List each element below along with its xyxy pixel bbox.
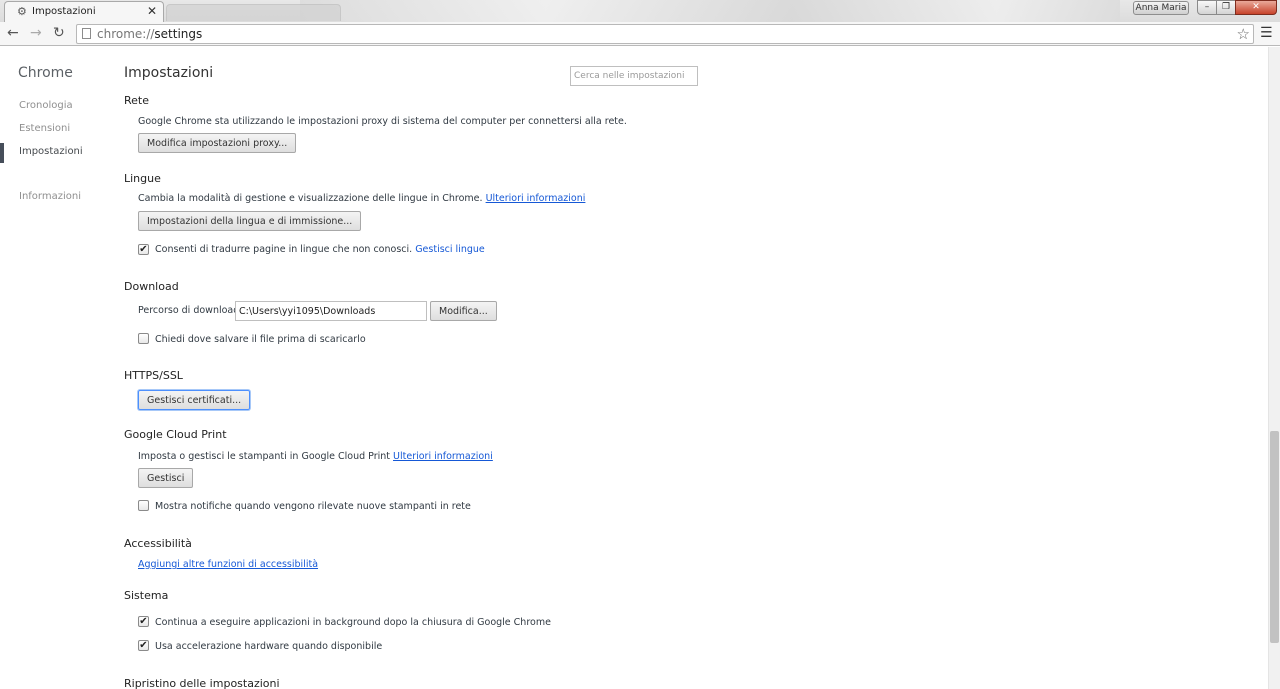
address-bar[interactable]: chrome://settings ☆: [76, 24, 1254, 44]
accessibility-features-link[interactable]: Aggiungi altre funzioni di accessibilità: [138, 559, 318, 570]
manage-cloud-print-button[interactable]: Gestisci: [138, 468, 194, 488]
tab-title: Impostazioni: [32, 6, 96, 17]
bookmark-star-icon[interactable]: ☆: [1237, 25, 1250, 43]
proxy-settings-button[interactable]: Modifica impostazioni proxy...: [138, 133, 297, 153]
page-scrollbar[interactable]: [1268, 47, 1280, 689]
section-downloads-title: Download: [124, 280, 179, 293]
reload-icon[interactable]: ↻: [53, 25, 65, 41]
cloud-print-description-line: Imposta o gestisci le stampanti in Googl…: [138, 451, 493, 462]
selected-item-marker: [0, 143, 4, 163]
minimize-button[interactable]: –: [1197, 0, 1217, 15]
chrome-menu-icon[interactable]: ☰: [1260, 25, 1273, 41]
cloud-print-description: Imposta o gestisci le stampanti in Googl…: [138, 451, 390, 462]
printer-notifications-checkbox[interactable]: [138, 500, 149, 511]
translate-label-line: Consenti di tradurre pagine in lingue ch…: [155, 244, 485, 255]
section-cloud-print-title: Google Cloud Print: [124, 428, 227, 441]
sidebar-item-settings[interactable]: Impostazioni: [19, 146, 83, 157]
manage-languages-link[interactable]: Gestisci lingue: [415, 244, 485, 255]
settings-page: Chrome Cronologia Estensioni Impostazion…: [0, 47, 1280, 689]
url-text[interactable]: chrome://settings: [97, 27, 202, 41]
new-tab-button[interactable]: [166, 4, 341, 21]
hardware-acceleration-checkbox[interactable]: ✔: [138, 640, 149, 651]
url-path: settings: [154, 27, 203, 41]
sidebar-item-extensions[interactable]: Estensioni: [19, 123, 70, 134]
page-title: Impostazioni: [124, 65, 214, 81]
sidebar-title: Chrome: [18, 65, 73, 81]
section-languages-title: Lingue: [124, 172, 161, 185]
title-bar: ⚙ Impostazioni ✕ Anna Maria – ❐ ✕: [0, 0, 1280, 22]
languages-description: Cambia la modalità di gestione e visuali…: [138, 193, 483, 204]
section-reset-title: Ripristino delle impostazioni: [124, 677, 280, 689]
search-input[interactable]: [570, 66, 698, 86]
ask-where-checkbox[interactable]: [138, 333, 149, 344]
printer-notifications-label: Mostra notifiche quando vengono rilevate…: [155, 501, 471, 512]
gear-icon: ⚙: [17, 5, 27, 18]
ask-where-label: Chiedi dove salvare il file prima di sca…: [155, 334, 366, 345]
back-arrow-icon[interactable]: ←: [7, 25, 19, 41]
hardware-acceleration-label: Usa accelerazione hardware quando dispon…: [155, 641, 383, 652]
profile-button[interactable]: Anna Maria: [1133, 1, 1189, 15]
background-apps-label: Continua a eseguire applicazioni in back…: [155, 617, 551, 628]
browser-toolbar: ← → ↻ chrome://settings ☆ ☰: [0, 22, 1280, 46]
languages-description-line: Cambia la modalità di gestione e visuali…: [138, 193, 585, 204]
url-scheme: chrome://: [97, 27, 155, 41]
close-window-button[interactable]: ✕: [1235, 0, 1277, 15]
network-description: Google Chrome sta utilizzando le imposta…: [138, 116, 627, 127]
download-path-label: Percorso di download:: [138, 305, 243, 316]
change-download-path-button[interactable]: Modifica...: [430, 301, 497, 321]
section-accessibility-title: Accessibilità: [124, 537, 192, 550]
sidebar-item-about[interactable]: Informazioni: [19, 191, 81, 202]
section-https-title: HTTPS/SSL: [124, 369, 183, 382]
language-settings-button[interactable]: Impostazioni della lingua e di immission…: [138, 211, 362, 231]
section-system-title: Sistema: [124, 589, 169, 602]
manage-certificates-button[interactable]: Gestisci certificati...: [138, 390, 251, 410]
cloud-print-learn-more-link[interactable]: Ulteriori informazioni: [393, 451, 493, 462]
section-network-title: Rete: [124, 94, 149, 107]
sidebar-item-history[interactable]: Cronologia: [19, 100, 73, 111]
background-apps-checkbox[interactable]: ✔: [138, 616, 149, 627]
languages-learn-more-link[interactable]: Ulteriori informazioni: [486, 193, 586, 204]
translate-checkbox[interactable]: ✔: [138, 244, 149, 255]
close-tab-icon[interactable]: ✕: [147, 4, 157, 18]
download-path-field[interactable]: [235, 301, 427, 321]
translate-label: Consenti di tradurre pagine in lingue ch…: [155, 244, 413, 255]
page-icon: [82, 28, 91, 39]
titlebar-background: [300, 0, 1120, 22]
scrollbar-thumb[interactable]: [1270, 431, 1279, 643]
tab-settings[interactable]: ⚙ Impostazioni ✕: [4, 1, 164, 22]
forward-arrow-icon[interactable]: →: [30, 25, 42, 41]
maximize-button[interactable]: ❐: [1216, 0, 1236, 15]
